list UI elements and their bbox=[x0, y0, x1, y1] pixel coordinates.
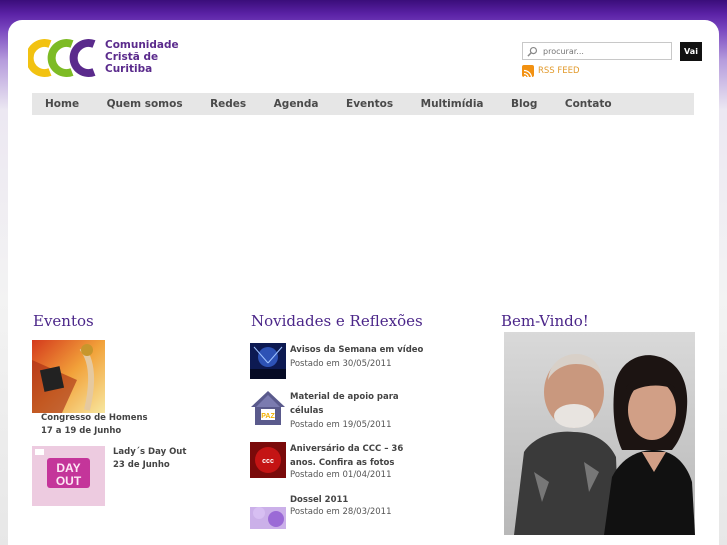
event-2-title: Lady´s Day Out bbox=[113, 447, 187, 457]
house-paz-label: PAZ bbox=[261, 413, 275, 420]
event-1-text[interactable]: Congresso de Homens 17 a 19 de Junho bbox=[41, 412, 148, 437]
congress-poster-image[interactable] bbox=[32, 340, 105, 413]
news-date: Postado em 01/04/2011 bbox=[290, 470, 392, 480]
dossel-thumbnail bbox=[250, 493, 286, 529]
event-1-date: 17 a 19 de Junho bbox=[41, 425, 122, 436]
event-1-title: Congresso de Homens bbox=[41, 413, 148, 423]
news-title[interactable]: Dossel 2011 bbox=[290, 493, 430, 507]
news-item[interactable]: Dossel 2011 Postado em 28/03/2011 bbox=[250, 493, 450, 533]
nav-multimidia[interactable]: Multimídia bbox=[421, 98, 484, 110]
logo[interactable]: Comunidade Cristã de Curitiba bbox=[28, 38, 188, 82]
rss-feed-link[interactable]: RSS FEED bbox=[522, 65, 580, 79]
ccc-logo-icon bbox=[28, 39, 96, 77]
news-item[interactable]: Avisos da Semana em vídeo Postado em 30/… bbox=[250, 343, 450, 383]
page-container: Comunidade Cristã de Curitiba Vai RSS FE… bbox=[8, 20, 719, 545]
nav-home[interactable]: Home bbox=[45, 98, 79, 110]
event-2-text[interactable]: Lady´s Day Out 23 de Junho bbox=[113, 446, 186, 471]
bemvindo-heading: Bem-Vindo! bbox=[501, 312, 589, 330]
video-stage-thumbnail bbox=[250, 343, 286, 379]
news-title[interactable]: Material de apoio para células bbox=[290, 390, 430, 418]
logo-line-2: Cristã de bbox=[105, 51, 159, 63]
logo-text: Comunidade Cristã de Curitiba bbox=[105, 39, 195, 75]
news-item[interactable]: PAZ Material de apoio para células Posta… bbox=[250, 390, 450, 430]
rss-icon bbox=[522, 65, 534, 79]
main-nav: Home Quem somos Redes Agenda Eventos Mul… bbox=[32, 93, 694, 115]
search-icon bbox=[527, 46, 538, 57]
news-date: Postado em 28/03/2011 bbox=[290, 507, 392, 517]
day-out-poster-image[interactable]: DAY OUT bbox=[32, 446, 105, 506]
day-out-line-2: OUT bbox=[56, 474, 82, 488]
novidades-heading: Novidades e Reflexões bbox=[251, 312, 423, 330]
eventos-heading: Eventos bbox=[33, 312, 94, 330]
rss-label: RSS FEED bbox=[538, 66, 580, 76]
logo-line-1: Comunidade bbox=[105, 39, 179, 51]
event-2-date: 23 de Junho bbox=[113, 459, 170, 470]
news-title[interactable]: Avisos da Semana em vídeo bbox=[290, 343, 430, 357]
logo-line-3: Curitiba bbox=[105, 63, 153, 75]
search-input[interactable] bbox=[543, 46, 663, 56]
nav-contato[interactable]: Contato bbox=[565, 98, 612, 110]
day-out-line-1: DAY bbox=[56, 461, 80, 475]
nav-eventos[interactable]: Eventos bbox=[346, 98, 393, 110]
nav-agenda[interactable]: Agenda bbox=[274, 98, 319, 110]
nav-blog[interactable]: Blog bbox=[511, 98, 537, 110]
house-paz-icon: PAZ bbox=[251, 391, 285, 425]
anniversary-thumbnail: ccc bbox=[250, 442, 286, 478]
nav-redes[interactable]: Redes bbox=[210, 98, 246, 110]
news-date: Postado em 19/05/2011 bbox=[290, 420, 392, 430]
nav-quem-somos[interactable]: Quem somos bbox=[107, 98, 183, 110]
news-date: Postado em 30/05/2011 bbox=[290, 359, 392, 369]
search-button[interactable]: Vai bbox=[680, 42, 702, 61]
search-box bbox=[522, 42, 672, 60]
svg-text:ccc: ccc bbox=[262, 458, 274, 465]
news-item[interactable]: ccc Aniversário da CCC – 36 anos. Confir… bbox=[250, 442, 450, 482]
pastors-couple-photo bbox=[504, 332, 695, 535]
news-title[interactable]: Aniversário da CCC – 36 anos. Confira as… bbox=[290, 442, 430, 470]
